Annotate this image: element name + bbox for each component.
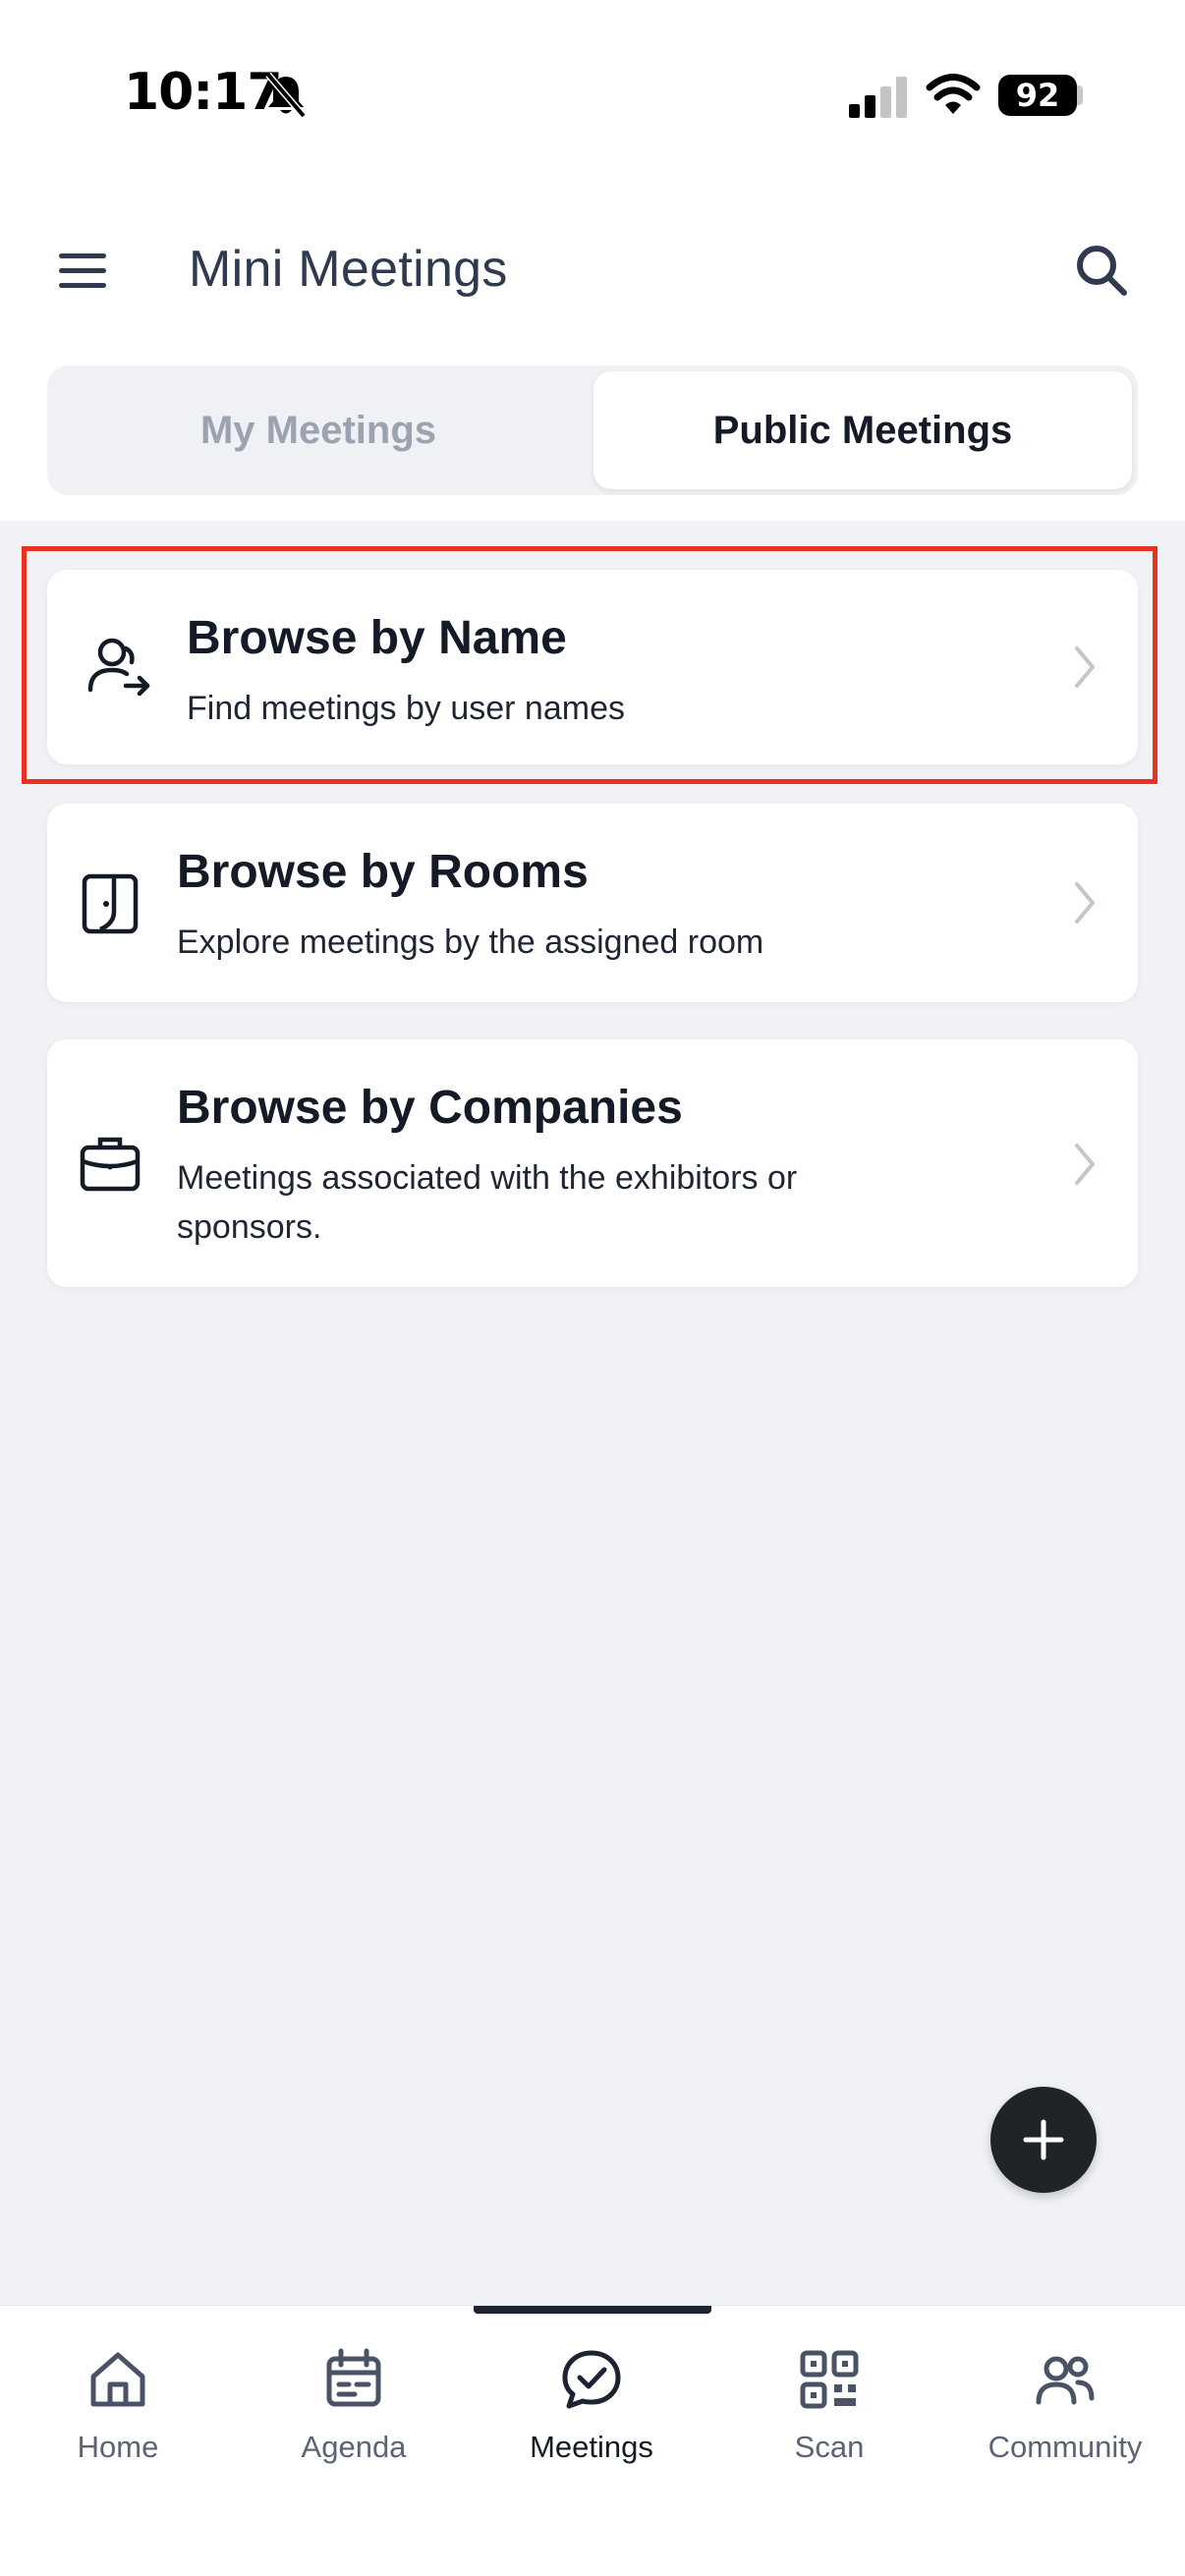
- battery-tip: [1077, 85, 1083, 105]
- tab-my-meetings[interactable]: My Meetings: [47, 365, 590, 495]
- nav-scan-label: Scan: [794, 2430, 865, 2464]
- card-subtitle-line2: sponsors.: [177, 1208, 322, 1246]
- tab-public-meetings[interactable]: Public Meetings: [593, 371, 1132, 489]
- card-subtitle-line1: Meetings associated with the exhibitors …: [177, 1159, 798, 1197]
- nav-meetings-label: Meetings: [530, 2430, 653, 2464]
- cellular-signal-icon: [849, 77, 907, 118]
- nav-scan[interactable]: Scan: [711, 2327, 947, 2504]
- user-arrow-icon: [87, 638, 150, 697]
- browse-by-name-card[interactable]: Browse by Name Find meetings by user nam…: [47, 570, 1138, 764]
- nav-home[interactable]: Home: [0, 2327, 236, 2504]
- status-time: 10:17: [124, 63, 283, 122]
- status-bar: 10:17 92: [0, 0, 1185, 187]
- nav-community-label: Community: [988, 2430, 1143, 2464]
- chevron-right-icon: [1075, 646, 1095, 688]
- qr-code-icon: [800, 2350, 859, 2409]
- card-title: Browse by Name: [187, 612, 567, 664]
- nav-agenda[interactable]: Agenda: [236, 2327, 472, 2504]
- search-icon[interactable]: [1073, 242, 1130, 299]
- page-title: Mini Meetings: [189, 241, 508, 298]
- card-title: Browse by Rooms: [177, 846, 589, 898]
- bell-muted-icon: [265, 72, 307, 119]
- chevron-right-icon: [1075, 882, 1095, 924]
- nav-meetings[interactable]: Meetings: [474, 2327, 709, 2504]
- card-title: Browse by Companies: [177, 1082, 683, 1134]
- active-tab-indicator: [474, 2306, 711, 2314]
- door-icon: [82, 873, 139, 934]
- home-icon: [90, 2352, 145, 2407]
- meetings-tab-switcher: My Meetings Public Meetings: [47, 365, 1138, 495]
- community-icon: [1036, 2356, 1095, 2405]
- briefcase-icon: [80, 1137, 141, 1192]
- nav-home-label: Home: [77, 2430, 159, 2464]
- chevron-right-icon: [1075, 1144, 1095, 1185]
- meetings-check-icon: [562, 2350, 621, 2409]
- add-meeting-button[interactable]: [990, 2087, 1097, 2193]
- plus-icon: [1023, 2119, 1064, 2160]
- hamburger-menu-icon[interactable]: [55, 248, 110, 295]
- card-subtitle: Find meetings by user names: [187, 690, 625, 727]
- calendar-icon: [326, 2348, 381, 2407]
- card-subtitle: Explore meetings by the assigned room: [177, 924, 764, 961]
- bottom-navigation: Home Agenda Meetings Scan Community: [0, 2305, 1185, 2576]
- nav-community[interactable]: Community: [947, 2327, 1183, 2504]
- nav-agenda-label: Agenda: [301, 2430, 407, 2464]
- wifi-icon: [926, 74, 981, 114]
- battery-indicator: 92: [998, 75, 1077, 116]
- browse-by-rooms-card[interactable]: Browse by Rooms Explore meetings by the …: [47, 804, 1138, 1002]
- browse-by-companies-card[interactable]: Browse by Companies Meetings associated …: [47, 1039, 1138, 1287]
